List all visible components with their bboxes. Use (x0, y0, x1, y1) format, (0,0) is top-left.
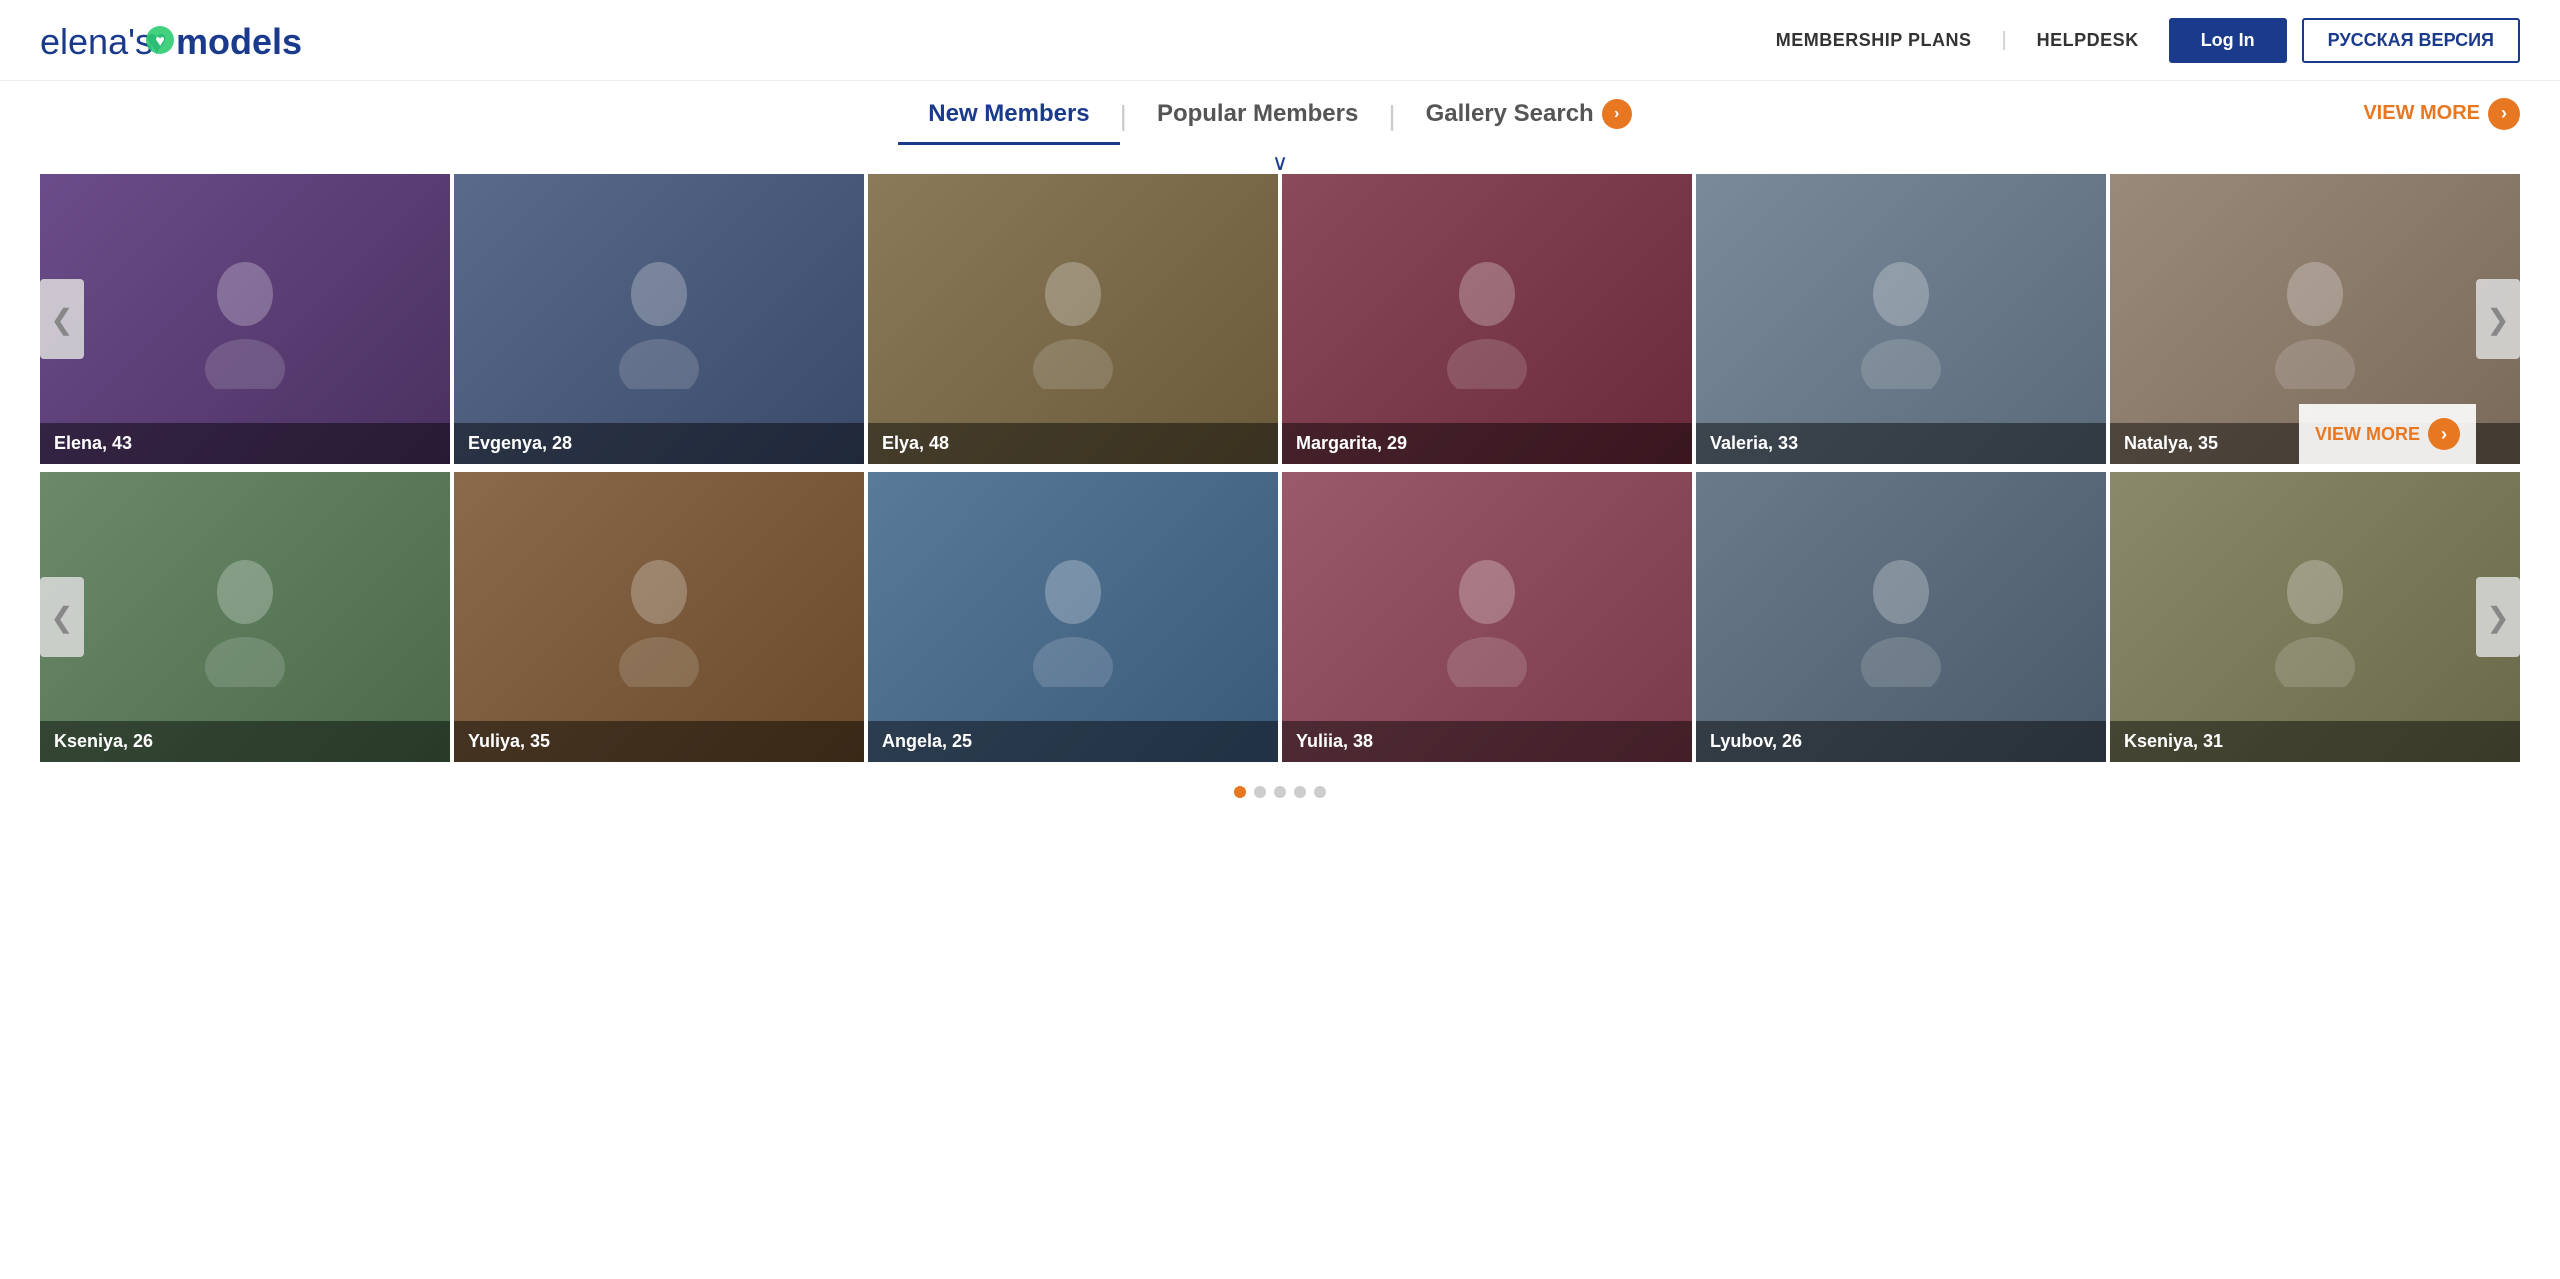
member-card[interactable]: Lyubov, 26 (1696, 472, 2106, 762)
member-name-age: Kseniya, 31 (2110, 721, 2520, 762)
pagination (0, 770, 2560, 806)
member-name-age: Margarita, 29 (1282, 423, 1692, 464)
gallery-section: ❮ Elena, 43 Evgenya, 28 Elya, 48 Margari… (0, 174, 2560, 762)
prev-arrow-row2[interactable]: ❮ (40, 577, 84, 657)
member-card[interactable]: Elya, 48 (868, 174, 1278, 464)
tab-new-members[interactable]: New Members (898, 100, 1119, 145)
member-cards-row2: Kseniya, 26 Yuliya, 35 Angela, 25 Yuliia… (40, 472, 2520, 762)
member-photo (40, 472, 450, 762)
view-more-bottom-arrow-icon: › (2428, 418, 2460, 450)
member-photo (1282, 174, 1692, 464)
member-photo (868, 472, 1278, 762)
member-card[interactable]: Evgenya, 28 (454, 174, 864, 464)
logo-svg: elena's ♥ models ♥ (40, 10, 320, 70)
gallery-search-arrow-icon: › (1602, 99, 1632, 129)
gallery-row-1: ❮ Elena, 43 Evgenya, 28 Elya, 48 Margari… (40, 174, 2520, 464)
member-photo (1282, 472, 1692, 762)
gallery-search-label: Gallery Search (1426, 100, 1594, 128)
membership-plans-link[interactable]: MEMBERSHIP PLANS (1776, 30, 1972, 51)
login-button[interactable]: Log In (2169, 18, 2287, 63)
tab-gallery-search[interactable]: Gallery Search › (1396, 99, 1662, 146)
tab-popular-members[interactable]: Popular Members (1127, 100, 1388, 145)
member-card[interactable]: Valeria, 33 (1696, 174, 2106, 464)
next-arrow-row1[interactable]: ❯ (2476, 279, 2520, 359)
nav-divider-1: | (2001, 29, 2006, 52)
member-name-age: Elena, 43 (40, 423, 450, 464)
member-card[interactable]: Elena, 43 (40, 174, 450, 464)
pagination-dot[interactable] (1274, 786, 1286, 798)
member-card[interactable]: Kseniya, 31 (2110, 472, 2520, 762)
tab-separator-1: | (1120, 100, 1127, 146)
svg-text:models: models (176, 21, 302, 62)
svg-text:elena's: elena's (40, 21, 153, 62)
svg-text:♥: ♥ (155, 33, 165, 50)
pagination-dot[interactable] (1234, 786, 1246, 798)
site-header: elena's ♥ models ♥ MEMBERSHIP PLANS | HE… (0, 0, 2560, 81)
member-name-age: Yuliia, 38 (1282, 721, 1692, 762)
helpdesk-link[interactable]: HELPDESK (2037, 30, 2139, 51)
member-name-age: Angela, 25 (868, 721, 1278, 762)
main-nav: MEMBERSHIP PLANS | HELPDESK (1776, 29, 2139, 52)
view-more-top-arrow-icon: › (2488, 98, 2520, 130)
view-more-top-link[interactable]: VIEW MORE › (2363, 98, 2520, 130)
member-photo (454, 174, 864, 464)
member-name-age: Yuliya, 35 (454, 721, 864, 762)
view-more-bottom-label: VIEW MORE (2315, 424, 2420, 445)
member-photo (2110, 472, 2520, 762)
member-card[interactable]: Yuliya, 35 (454, 472, 864, 762)
member-name-age: Elya, 48 (868, 423, 1278, 464)
member-card[interactable]: Margarita, 29 (1282, 174, 1692, 464)
gallery-row-2: ❮ Kseniya, 26 Yuliya, 35 Angela, 25 Yuli… (40, 472, 2520, 762)
member-name-age: Valeria, 33 (1696, 423, 2106, 464)
member-card[interactable]: Kseniya, 26 (40, 472, 450, 762)
member-photo (40, 174, 450, 464)
gallery-row-2-wrapper: ❮ Kseniya, 26 Yuliya, 35 Angela, 25 Yuli… (40, 472, 2520, 762)
member-name-age: Kseniya, 26 (40, 721, 450, 762)
member-photo (454, 472, 864, 762)
pagination-dot[interactable] (1254, 786, 1266, 798)
member-photo (1696, 174, 2106, 464)
member-cards-row1: Elena, 43 Evgenya, 28 Elya, 48 Margarita… (40, 174, 2520, 464)
pagination-dot[interactable] (1294, 786, 1306, 798)
member-card[interactable]: Yuliia, 38 (1282, 472, 1692, 762)
tab-separator-2: | (1388, 100, 1395, 146)
next-arrow-row2[interactable]: ❯ (2476, 577, 2520, 657)
member-name-age: Evgenya, 28 (454, 423, 864, 464)
tab-active-indicator: ∨ (0, 146, 2560, 174)
member-photo (868, 174, 1278, 464)
tab-navigation: New Members | Popular Members | Gallery … (0, 81, 2560, 146)
member-name-age: Lyubov, 26 (1696, 721, 2106, 762)
member-card[interactable]: Angela, 25 (868, 472, 1278, 762)
logo[interactable]: elena's ♥ models ♥ (40, 10, 320, 70)
view-more-bottom-row1[interactable]: VIEW MORE › (2299, 404, 2476, 464)
pagination-dot[interactable] (1314, 786, 1326, 798)
view-more-top-label: VIEW MORE (2363, 102, 2480, 125)
prev-arrow-row1[interactable]: ❮ (40, 279, 84, 359)
gallery-row-1-wrapper: ❮ Elena, 43 Evgenya, 28 Elya, 48 Margari… (40, 174, 2520, 464)
russian-version-button[interactable]: РУССКАЯ ВЕРСИЯ (2302, 18, 2520, 63)
member-photo (1696, 472, 2106, 762)
